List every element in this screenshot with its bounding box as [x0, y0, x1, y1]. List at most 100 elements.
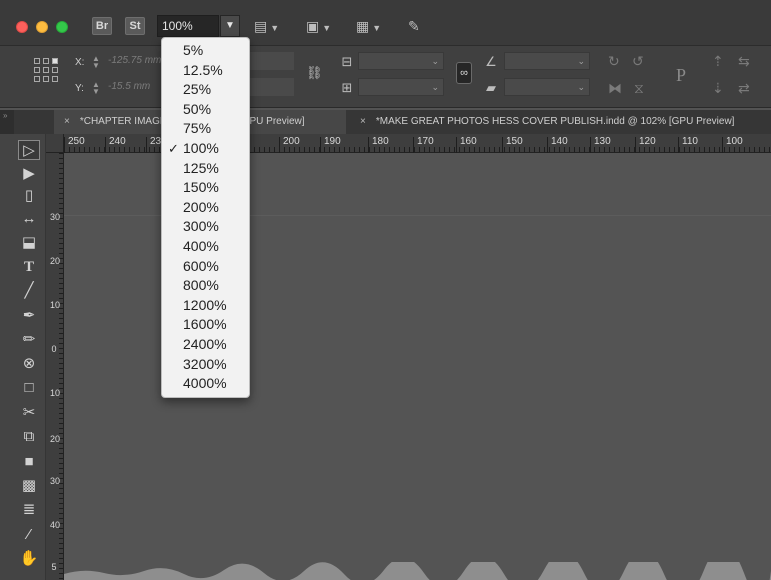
pencil-icon: ✏: [22, 331, 36, 348]
rectangle-tool[interactable]: □: [18, 378, 40, 398]
width-field[interactable]: [250, 52, 294, 70]
constrain-proportions-button[interactable]: ∞: [456, 62, 472, 84]
ruler-label: 0: [51, 344, 57, 354]
zoom-dropdown-button[interactable]: ▼: [220, 15, 240, 37]
zoom-option-1200[interactable]: 1200%: [162, 296, 249, 316]
content-collector-tool[interactable]: ⬓: [18, 233, 40, 253]
zoom-option-4000[interactable]: 4000%: [162, 374, 249, 394]
hand-tool[interactable]: ✋: [18, 549, 40, 569]
scissors-tool[interactable]: ✂: [18, 403, 40, 423]
eyedropper-tool[interactable]: ⁄: [18, 525, 40, 545]
type-icon: T: [23, 259, 34, 275]
rotation-angle-field[interactable]: ⌄: [504, 52, 590, 70]
application-bar: Br St 100% ▼ ▤ ▼ ▣ ▼ ▦ ▼ ✎: [0, 0, 771, 46]
panel-collapse-strip[interactable]: »: [0, 110, 14, 134]
vertical-ruler[interactable]: 30 20 10 0 10 20 30 40 5: [46, 153, 64, 580]
zoom-option-150[interactable]: 150%: [162, 178, 249, 198]
zoom-option-75[interactable]: 75%: [162, 119, 249, 139]
zoom-option-3200[interactable]: 3200%: [162, 355, 249, 375]
chevron-down-icon: ▼: [225, 20, 235, 31]
rotate-clockwise-icon[interactable]: ↻: [608, 53, 620, 69]
scale-y-icon: ⊞: [341, 80, 353, 95]
page-tool[interactable]: ▯: [18, 186, 40, 206]
line-tool[interactable]: ╱: [18, 281, 40, 301]
scale-y-field[interactable]: ⌄: [358, 78, 444, 96]
note-tool[interactable]: ≣: [18, 500, 40, 520]
flip-vertical-icon[interactable]: ⧖: [634, 80, 644, 96]
zoom-option-50[interactable]: 50%: [162, 100, 249, 120]
scissors-icon: ✂: [22, 404, 36, 421]
ruler-label: 5: [51, 562, 57, 572]
y-label: Y:: [75, 83, 84, 94]
zoom-option-1600[interactable]: 1600%: [162, 315, 249, 335]
y-stepper-icon[interactable]: ▲ ▼: [92, 81, 100, 96]
ruler-label: 20: [50, 434, 61, 444]
rotate-counterclockwise-icon[interactable]: ↺: [632, 53, 644, 69]
zoom-level-field[interactable]: 100%: [157, 15, 219, 37]
ruler-label: 30: [50, 476, 61, 486]
zoom-option-600[interactable]: 600%: [162, 257, 249, 277]
chevron-down-icon: ▼: [270, 23, 280, 33]
zoom-level-menu: 5% 12.5% 25% 50% 75% ✓ 100% 125% 150% 200…: [161, 37, 250, 398]
zoom-option-12-5[interactable]: 12.5%: [162, 61, 249, 81]
ruler-label: 10: [50, 300, 61, 310]
close-tab-icon[interactable]: ×: [360, 116, 366, 127]
scale-x-icon: ⊟: [341, 54, 353, 69]
bridge-button[interactable]: Br: [92, 17, 112, 35]
reference-point-icon[interactable]: [34, 58, 62, 84]
arrow-filled-icon: ▶: [23, 165, 35, 182]
pen-tool[interactable]: ✒: [18, 306, 40, 326]
arrange-documents-button[interactable]: ▦ ▼: [356, 16, 381, 36]
height-field[interactable]: [250, 78, 294, 96]
zoom-option-800[interactable]: 800%: [162, 276, 249, 296]
free-transform-tool[interactable]: ⧉: [18, 427, 40, 447]
gap-tool[interactable]: ↔: [18, 209, 40, 229]
chevron-down-icon: ⌄: [577, 82, 585, 92]
direct-selection-tool[interactable]: ▶: [18, 164, 40, 184]
transform-icon: ⧉: [23, 428, 35, 445]
page-icon: ▯: [24, 187, 34, 204]
gradient-swatch-tool[interactable]: ■: [18, 452, 40, 472]
layout-grid-icon: ▦: [356, 18, 370, 34]
selection-tool[interactable]: ▷: [18, 140, 40, 160]
constrain-link-icon[interactable]: ⛓: [306, 65, 323, 81]
ruler-label: 120: [635, 137, 656, 153]
select-content-icon[interactable]: ⇣: [712, 80, 724, 96]
hand-icon: ✋: [19, 550, 39, 567]
pen-icon: ✒: [22, 307, 36, 324]
view-options-button[interactable]: ▤ ▼: [254, 16, 279, 36]
ruler-label: 40: [50, 520, 61, 530]
rectangle-frame-tool[interactable]: ⊗: [18, 354, 40, 374]
x-stepper-icon[interactable]: ▲ ▼: [92, 55, 100, 70]
window-close-button[interactable]: [16, 21, 28, 33]
link-icon: ∞: [460, 67, 468, 79]
close-tab-icon[interactable]: ×: [64, 116, 70, 127]
gradient-feather-tool[interactable]: ▩: [18, 476, 40, 496]
ruler-label: 250: [64, 137, 85, 153]
scale-x-field[interactable]: ⌄: [358, 52, 444, 70]
ruler-origin[interactable]: [46, 134, 64, 153]
zoom-option-200[interactable]: 200%: [162, 198, 249, 218]
zoom-option-100-selected[interactable]: ✓ 100%: [162, 139, 249, 159]
shear-angle-field[interactable]: ⌄: [504, 78, 590, 96]
control-panel: X: ▲ ▼ -125.75 mm Y: ▲ ▼ -15.5 mm ⛓ ⊟ ⌄ ⊞ …: [0, 46, 771, 108]
zoom-option-2400[interactable]: 2400%: [162, 335, 249, 355]
stock-button[interactable]: St: [125, 17, 145, 35]
select-previous-icon[interactable]: ⇆: [738, 53, 750, 69]
publish-online-button[interactable]: ✎: [408, 16, 420, 36]
frame-x-icon: ⊗: [22, 355, 36, 372]
type-tool[interactable]: T: [18, 257, 40, 277]
window-maximize-button[interactable]: [56, 21, 68, 33]
select-container-icon[interactable]: ⇡: [712, 53, 724, 69]
document-tab-cover-publish[interactable]: × *MAKE GREAT PHOTOS HESS COVER PUBLISH.i…: [350, 110, 771, 134]
window-minimize-button[interactable]: [36, 21, 48, 33]
zoom-option-400[interactable]: 400%: [162, 237, 249, 257]
zoom-option-300[interactable]: 300%: [162, 217, 249, 237]
zoom-option-125[interactable]: 125%: [162, 159, 249, 179]
pencil-tool[interactable]: ✏: [18, 330, 40, 350]
select-next-icon[interactable]: ⇄: [738, 80, 750, 96]
flip-horizontal-icon[interactable]: ⧓: [608, 80, 622, 96]
zoom-option-25[interactable]: 25%: [162, 80, 249, 100]
zoom-option-5[interactable]: 5%: [162, 41, 249, 61]
screen-mode-button[interactable]: ▣ ▼: [306, 16, 331, 36]
